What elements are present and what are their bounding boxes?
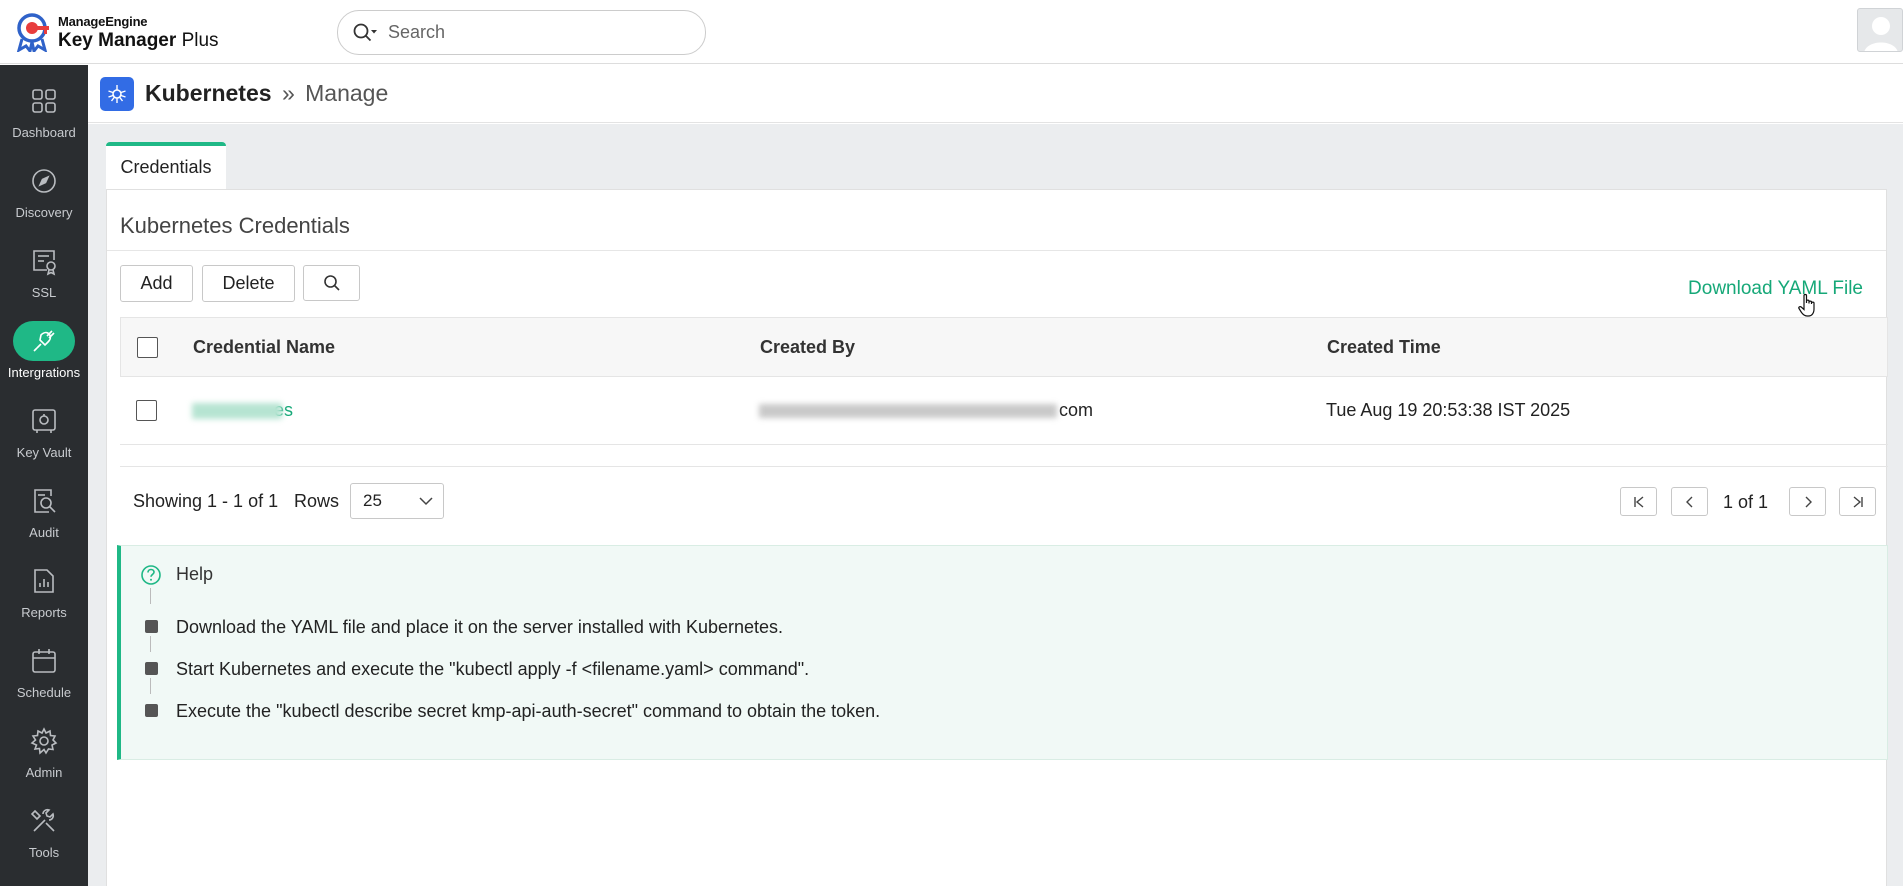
chevron-left-icon — [1685, 496, 1692, 507]
sidebar-item-dashboard[interactable]: Dashboard — [0, 77, 88, 157]
previous-page-button[interactable] — [1671, 487, 1708, 516]
column-header-created-by[interactable]: Created By — [760, 337, 1327, 358]
help-icon — [141, 565, 161, 585]
first-page-button[interactable] — [1620, 487, 1657, 516]
sidebar: Dashboard Discovery SSL Intergrations Ke… — [0, 65, 88, 886]
help-step-2: Start Kubernetes and execute the "kubect… — [176, 659, 810, 679]
column-header-credential-name[interactable]: Credential Name — [193, 337, 760, 358]
showing-count: Showing 1 - 1 of 1 — [133, 491, 279, 511]
dashboard-icon — [23, 81, 65, 121]
product-name: Key Manager Plus — [58, 29, 219, 51]
panel-title: Kubernetes Credentials — [120, 213, 350, 238]
rows-per-page-value: 25 — [363, 491, 382, 510]
sidebar-item-label: Schedule — [16, 685, 72, 700]
compass-icon — [23, 161, 65, 201]
credential-name-link[interactable]: es — [192, 400, 293, 420]
last-page-icon — [1853, 495, 1863, 508]
redacted-text — [192, 403, 282, 420]
sidebar-item-schedule[interactable]: Schedule — [0, 637, 88, 717]
page-header: Kubernetes » Manage — [88, 65, 1903, 123]
sidebar-item-label: Key Vault — [16, 445, 72, 460]
help-step-3: Execute the "kubectl describe secret kmp… — [176, 701, 881, 721]
chevron-right-icon — [1805, 496, 1812, 507]
sidebar-item-key-vault[interactable]: Key Vault — [0, 397, 88, 477]
page-title: Kubernetes » Manage — [145, 80, 388, 107]
first-page-icon — [1633, 495, 1643, 508]
select-all-checkbox[interactable] — [137, 336, 158, 358]
download-yaml-link[interactable]: Download YAML File — [1688, 278, 1863, 300]
sidebar-item-label: Tools — [28, 845, 60, 860]
redacted-text — [759, 404, 1057, 419]
help-connector — [150, 588, 151, 604]
sidebar-item-tools[interactable]: Tools — [0, 797, 88, 877]
delete-button[interactable]: Delete — [202, 265, 295, 302]
app-logo[interactable]: ManageEngine Key Manager Plus — [16, 12, 219, 52]
kubernetes-icon — [100, 76, 134, 111]
sidebar-item-discovery[interactable]: Discovery — [0, 157, 88, 237]
help-title: Help — [176, 564, 214, 584]
sidebar-item-integrations[interactable]: Intergrations — [0, 317, 88, 397]
reports-icon — [23, 561, 65, 601]
sidebar-item-label: Reports — [21, 605, 67, 620]
calendar-icon — [23, 641, 65, 681]
vault-icon — [23, 401, 65, 441]
help-step-bullet — [145, 620, 158, 633]
audit-search-icon — [23, 481, 65, 521]
column-header-created-time[interactable]: Created Time — [1327, 337, 1887, 358]
sidebar-item-label: Discovery — [15, 205, 73, 220]
search-icon — [323, 275, 340, 291]
help-step-bullet — [145, 662, 158, 675]
page-indicator: 1 of 1 — [1723, 492, 1769, 512]
sidebar-item-audit[interactable]: Audit — [0, 477, 88, 557]
rows-label: Rows — [294, 491, 340, 511]
global-search[interactable] — [337, 10, 706, 55]
search-icon — [353, 23, 377, 41]
help-step-1: Download the YAML file and place it on t… — [176, 617, 784, 637]
tab-credentials[interactable]: Credentials — [106, 142, 226, 189]
divider — [107, 250, 1886, 251]
gear-icon — [23, 721, 65, 761]
table-row: es com Tue Aug 19 20:53:38 IST 2025 — [120, 377, 1888, 445]
user-avatar[interactable] — [1857, 8, 1903, 52]
help-box: Help Download the YAML file and place it… — [117, 545, 1888, 760]
sidebar-item-reports[interactable]: Reports — [0, 557, 88, 637]
key-manager-logo-icon — [16, 13, 49, 52]
table-search-button[interactable] — [303, 265, 360, 301]
breadcrumb-kubernetes[interactable]: Kubernetes — [145, 80, 272, 106]
breadcrumb-separator: » — [281, 80, 295, 106]
divider — [120, 466, 1888, 467]
created-time-cell: Tue Aug 19 20:53:38 IST 2025 — [1326, 400, 1571, 420]
sidebar-item-label: Admin — [25, 765, 63, 780]
next-page-button[interactable] — [1789, 487, 1826, 516]
help-connector — [150, 636, 151, 652]
credentials-panel: Kubernetes Credentials Add Delete Downlo… — [106, 189, 1888, 886]
credentials-table: Credential Name Created By Created Time … — [120, 317, 1888, 445]
tools-icon — [23, 801, 65, 841]
last-page-button[interactable] — [1839, 487, 1876, 516]
sidebar-item-label: SSL — [31, 285, 57, 300]
help-step-bullet — [145, 704, 158, 717]
search-input[interactable] — [388, 22, 688, 43]
sidebar-item-label: Intergrations — [7, 365, 81, 380]
row-checkbox[interactable] — [136, 400, 157, 421]
breadcrumb-manage: Manage — [305, 80, 389, 106]
sidebar-item-label: Dashboard — [12, 125, 76, 140]
sidebar-item-ssl[interactable]: SSL — [0, 237, 88, 317]
sidebar-item-label: Audit — [29, 525, 59, 540]
rows-per-page-select[interactable]: 25 — [350, 483, 444, 519]
user-silhouette-icon — [1864, 17, 1898, 51]
help-connector — [150, 678, 151, 694]
plug-icon — [13, 321, 75, 361]
sidebar-item-admin[interactable]: Admin — [0, 717, 88, 797]
certificate-icon — [23, 241, 65, 281]
hand-cursor-icon — [1798, 293, 1815, 317]
created-by-cell: com — [759, 400, 1326, 421]
add-button[interactable]: Add — [120, 265, 193, 302]
brand-name: ManageEngine — [58, 13, 148, 29]
chevron-down-icon — [419, 497, 433, 506]
credential-name-cell: es — [192, 400, 759, 421]
top-bar: ManageEngine Key Manager Plus — [0, 0, 1903, 64]
table-header-row: Credential Name Created By Created Time — [120, 317, 1888, 377]
